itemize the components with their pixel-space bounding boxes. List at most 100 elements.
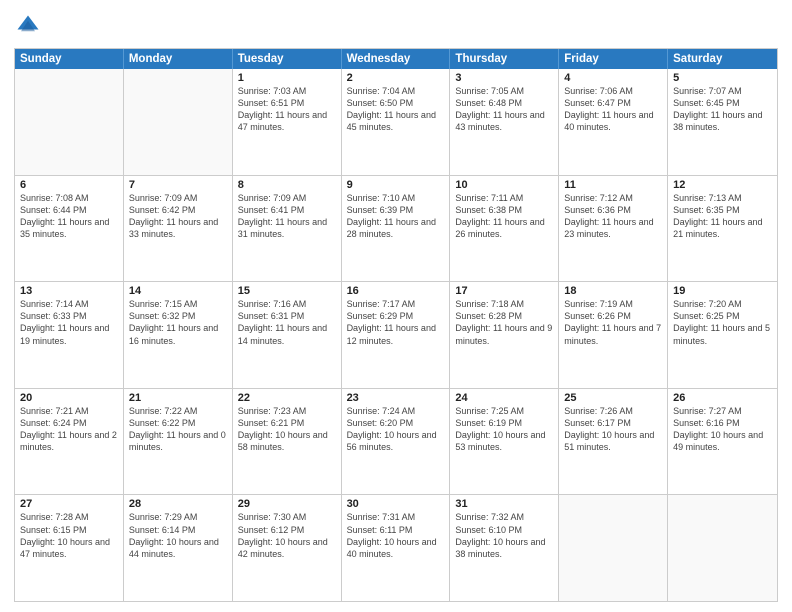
day-detail: Sunrise: 7:10 AM Sunset: 6:39 PM Dayligh…	[347, 192, 445, 241]
page: SundayMondayTuesdayWednesdayThursdayFrid…	[0, 0, 792, 612]
header	[14, 12, 778, 40]
calendar-cell	[15, 69, 124, 175]
day-detail: Sunrise: 7:28 AM Sunset: 6:15 PM Dayligh…	[20, 511, 118, 560]
calendar-row: 20Sunrise: 7:21 AM Sunset: 6:24 PM Dayli…	[15, 388, 777, 495]
day-detail: Sunrise: 7:29 AM Sunset: 6:14 PM Dayligh…	[129, 511, 227, 560]
day-detail: Sunrise: 7:26 AM Sunset: 6:17 PM Dayligh…	[564, 405, 662, 454]
day-detail: Sunrise: 7:23 AM Sunset: 6:21 PM Dayligh…	[238, 405, 336, 454]
calendar-cell: 3Sunrise: 7:05 AM Sunset: 6:48 PM Daylig…	[450, 69, 559, 175]
day-detail: Sunrise: 7:09 AM Sunset: 6:42 PM Dayligh…	[129, 192, 227, 241]
calendar-cell: 2Sunrise: 7:04 AM Sunset: 6:50 PM Daylig…	[342, 69, 451, 175]
day-number: 23	[347, 392, 445, 404]
calendar-cell: 7Sunrise: 7:09 AM Sunset: 6:42 PM Daylig…	[124, 176, 233, 282]
day-number: 10	[455, 179, 553, 191]
day-detail: Sunrise: 7:14 AM Sunset: 6:33 PM Dayligh…	[20, 298, 118, 347]
day-number: 1	[238, 72, 336, 84]
calendar-cell: 9Sunrise: 7:10 AM Sunset: 6:39 PM Daylig…	[342, 176, 451, 282]
day-number: 25	[564, 392, 662, 404]
day-detail: Sunrise: 7:25 AM Sunset: 6:19 PM Dayligh…	[455, 405, 553, 454]
calendar-row: 13Sunrise: 7:14 AM Sunset: 6:33 PM Dayli…	[15, 281, 777, 388]
day-number: 2	[347, 72, 445, 84]
calendar-cell: 8Sunrise: 7:09 AM Sunset: 6:41 PM Daylig…	[233, 176, 342, 282]
calendar-cell	[668, 495, 777, 601]
calendar-cell: 12Sunrise: 7:13 AM Sunset: 6:35 PM Dayli…	[668, 176, 777, 282]
calendar-cell: 24Sunrise: 7:25 AM Sunset: 6:19 PM Dayli…	[450, 389, 559, 495]
day-detail: Sunrise: 7:31 AM Sunset: 6:11 PM Dayligh…	[347, 511, 445, 560]
calendar-cell: 27Sunrise: 7:28 AM Sunset: 6:15 PM Dayli…	[15, 495, 124, 601]
calendar-cell: 18Sunrise: 7:19 AM Sunset: 6:26 PM Dayli…	[559, 282, 668, 388]
day-detail: Sunrise: 7:11 AM Sunset: 6:38 PM Dayligh…	[455, 192, 553, 241]
calendar-cell: 22Sunrise: 7:23 AM Sunset: 6:21 PM Dayli…	[233, 389, 342, 495]
calendar-header-cell: Sunday	[15, 49, 124, 69]
calendar-cell: 23Sunrise: 7:24 AM Sunset: 6:20 PM Dayli…	[342, 389, 451, 495]
calendar-cell: 14Sunrise: 7:15 AM Sunset: 6:32 PM Dayli…	[124, 282, 233, 388]
day-number: 22	[238, 392, 336, 404]
calendar-row: 6Sunrise: 7:08 AM Sunset: 6:44 PM Daylig…	[15, 175, 777, 282]
calendar-cell: 19Sunrise: 7:20 AM Sunset: 6:25 PM Dayli…	[668, 282, 777, 388]
day-detail: Sunrise: 7:03 AM Sunset: 6:51 PM Dayligh…	[238, 85, 336, 134]
calendar-cell: 26Sunrise: 7:27 AM Sunset: 6:16 PM Dayli…	[668, 389, 777, 495]
calendar-cell: 31Sunrise: 7:32 AM Sunset: 6:10 PM Dayli…	[450, 495, 559, 601]
day-detail: Sunrise: 7:15 AM Sunset: 6:32 PM Dayligh…	[129, 298, 227, 347]
day-number: 21	[129, 392, 227, 404]
day-number: 27	[20, 498, 118, 510]
calendar-cell: 11Sunrise: 7:12 AM Sunset: 6:36 PM Dayli…	[559, 176, 668, 282]
calendar-header-cell: Tuesday	[233, 49, 342, 69]
day-number: 4	[564, 72, 662, 84]
day-detail: Sunrise: 7:22 AM Sunset: 6:22 PM Dayligh…	[129, 405, 227, 454]
day-number: 6	[20, 179, 118, 191]
calendar-cell: 5Sunrise: 7:07 AM Sunset: 6:45 PM Daylig…	[668, 69, 777, 175]
day-number: 24	[455, 392, 553, 404]
day-number: 9	[347, 179, 445, 191]
day-detail: Sunrise: 7:32 AM Sunset: 6:10 PM Dayligh…	[455, 511, 553, 560]
day-detail: Sunrise: 7:20 AM Sunset: 6:25 PM Dayligh…	[673, 298, 772, 347]
day-detail: Sunrise: 7:24 AM Sunset: 6:20 PM Dayligh…	[347, 405, 445, 454]
day-number: 3	[455, 72, 553, 84]
calendar-cell	[124, 69, 233, 175]
day-number: 29	[238, 498, 336, 510]
calendar-header-cell: Thursday	[450, 49, 559, 69]
logo	[14, 12, 44, 40]
day-number: 13	[20, 285, 118, 297]
calendar-cell: 28Sunrise: 7:29 AM Sunset: 6:14 PM Dayli…	[124, 495, 233, 601]
day-detail: Sunrise: 7:04 AM Sunset: 6:50 PM Dayligh…	[347, 85, 445, 134]
day-number: 15	[238, 285, 336, 297]
day-detail: Sunrise: 7:30 AM Sunset: 6:12 PM Dayligh…	[238, 511, 336, 560]
calendar: SundayMondayTuesdayWednesdayThursdayFrid…	[14, 48, 778, 602]
calendar-row: 27Sunrise: 7:28 AM Sunset: 6:15 PM Dayli…	[15, 494, 777, 601]
calendar-header-cell: Saturday	[668, 49, 777, 69]
calendar-cell: 17Sunrise: 7:18 AM Sunset: 6:28 PM Dayli…	[450, 282, 559, 388]
day-detail: Sunrise: 7:19 AM Sunset: 6:26 PM Dayligh…	[564, 298, 662, 347]
day-number: 8	[238, 179, 336, 191]
day-detail: Sunrise: 7:12 AM Sunset: 6:36 PM Dayligh…	[564, 192, 662, 241]
calendar-cell: 29Sunrise: 7:30 AM Sunset: 6:12 PM Dayli…	[233, 495, 342, 601]
calendar-cell: 10Sunrise: 7:11 AM Sunset: 6:38 PM Dayli…	[450, 176, 559, 282]
calendar-cell: 30Sunrise: 7:31 AM Sunset: 6:11 PM Dayli…	[342, 495, 451, 601]
calendar-header-cell: Wednesday	[342, 49, 451, 69]
calendar-header: SundayMondayTuesdayWednesdayThursdayFrid…	[15, 49, 777, 69]
calendar-cell	[559, 495, 668, 601]
day-number: 30	[347, 498, 445, 510]
calendar-body: 1Sunrise: 7:03 AM Sunset: 6:51 PM Daylig…	[15, 69, 777, 601]
calendar-cell: 4Sunrise: 7:06 AM Sunset: 6:47 PM Daylig…	[559, 69, 668, 175]
day-detail: Sunrise: 7:16 AM Sunset: 6:31 PM Dayligh…	[238, 298, 336, 347]
day-number: 14	[129, 285, 227, 297]
day-detail: Sunrise: 7:13 AM Sunset: 6:35 PM Dayligh…	[673, 192, 772, 241]
calendar-cell: 16Sunrise: 7:17 AM Sunset: 6:29 PM Dayli…	[342, 282, 451, 388]
day-number: 17	[455, 285, 553, 297]
day-detail: Sunrise: 7:18 AM Sunset: 6:28 PM Dayligh…	[455, 298, 553, 347]
day-detail: Sunrise: 7:17 AM Sunset: 6:29 PM Dayligh…	[347, 298, 445, 347]
calendar-header-cell: Monday	[124, 49, 233, 69]
calendar-cell: 20Sunrise: 7:21 AM Sunset: 6:24 PM Dayli…	[15, 389, 124, 495]
day-number: 19	[673, 285, 772, 297]
day-number: 20	[20, 392, 118, 404]
day-detail: Sunrise: 7:08 AM Sunset: 6:44 PM Dayligh…	[20, 192, 118, 241]
day-number: 5	[673, 72, 772, 84]
calendar-cell: 13Sunrise: 7:14 AM Sunset: 6:33 PM Dayli…	[15, 282, 124, 388]
logo-icon	[14, 12, 42, 40]
day-number: 12	[673, 179, 772, 191]
calendar-cell: 15Sunrise: 7:16 AM Sunset: 6:31 PM Dayli…	[233, 282, 342, 388]
calendar-cell: 6Sunrise: 7:08 AM Sunset: 6:44 PM Daylig…	[15, 176, 124, 282]
day-number: 31	[455, 498, 553, 510]
calendar-cell: 25Sunrise: 7:26 AM Sunset: 6:17 PM Dayli…	[559, 389, 668, 495]
